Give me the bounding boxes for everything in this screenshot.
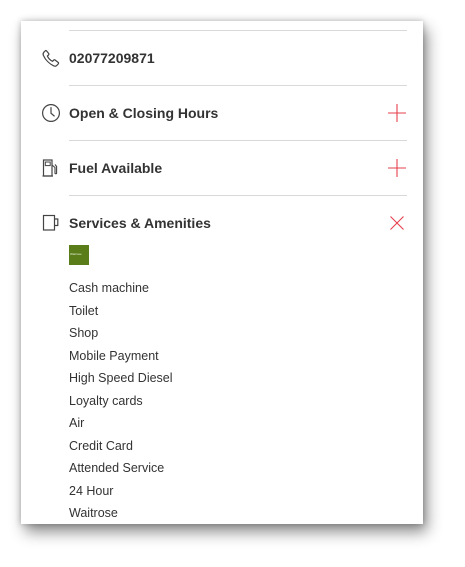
list-item: Mobile Payment bbox=[69, 348, 159, 363]
fuel-pump-icon bbox=[42, 159, 58, 177]
section-title-hours: Open & Closing Hours bbox=[69, 105, 219, 121]
logo-text: Waitrose bbox=[70, 252, 82, 256]
amenities-list: Cash machine Toilet Shop Mobile Payment … bbox=[69, 279, 173, 524]
list-item: Toilet bbox=[69, 303, 99, 318]
section-header-fuel[interactable]: Fuel Available bbox=[21, 141, 423, 195]
section-title-services: Services & Amenities bbox=[69, 215, 211, 231]
phone-number[interactable]: 02077209871 bbox=[69, 49, 155, 67]
list-item: Waitrose bbox=[69, 506, 118, 520]
list-item: Credit Card bbox=[69, 438, 133, 453]
section-title-fuel: Fuel Available bbox=[69, 160, 163, 176]
phone-row[interactable]: 02077209871 bbox=[21, 31, 423, 85]
list-item: Shop bbox=[69, 326, 99, 340]
list-item: Air bbox=[69, 416, 85, 430]
section-header-hours[interactable]: Open & Closing Hours bbox=[21, 86, 423, 140]
list-item: 24 Hour bbox=[69, 483, 114, 498]
list-item: High Speed Diesel bbox=[69, 371, 173, 385]
list-item: Attended Service bbox=[69, 461, 165, 475]
clock-icon bbox=[42, 104, 60, 122]
section-header-services[interactable]: Services & Amenities bbox=[21, 196, 423, 250]
list-item: Cash machine bbox=[69, 281, 149, 295]
plus-icon[interactable] bbox=[387, 103, 407, 123]
phone-icon bbox=[42, 49, 60, 67]
waitrose-logo: Waitrose bbox=[69, 245, 89, 265]
coffee-cup-icon bbox=[42, 214, 59, 231]
station-details-panel: 02077209871 Open & Closing Hours Fuel Av… bbox=[21, 21, 423, 524]
close-icon[interactable] bbox=[387, 213, 407, 233]
plus-icon[interactable] bbox=[387, 158, 407, 178]
list-item: Loyalty cards bbox=[69, 393, 143, 408]
